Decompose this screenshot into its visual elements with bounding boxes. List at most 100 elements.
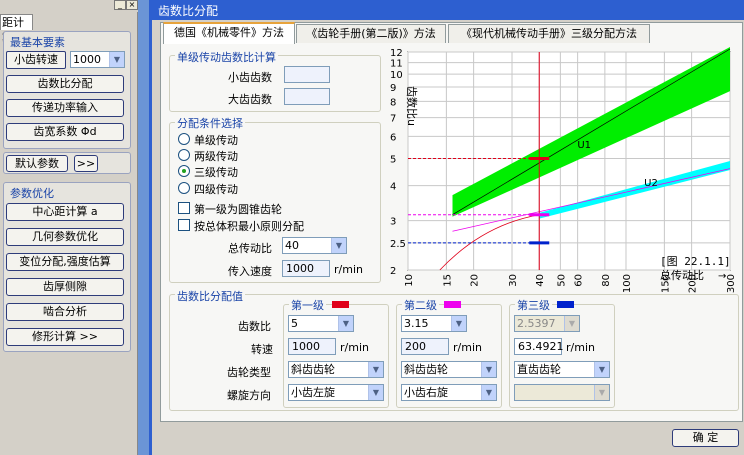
stage1-speed-input[interactable]: 1000 <box>288 338 336 355</box>
y-tick-label: 2 <box>390 266 396 277</box>
stage2-title: 第二级 <box>402 297 439 313</box>
series-label: U1 <box>577 140 591 151</box>
stage1-helix-value: 小齿左旋 <box>291 386 335 399</box>
center-distance-button[interactable]: 中心距计算 a <box>6 203 124 221</box>
radio-two-label: 两级传动 <box>194 150 238 163</box>
stage1-ratio-value: 5 <box>291 317 298 330</box>
stage3-helix-select: ▼ <box>514 384 610 401</box>
radio-single[interactable] <box>178 133 190 145</box>
checkbox-min-volume[interactable] <box>178 219 190 231</box>
radio-two[interactable] <box>178 149 190 161</box>
small-gear-speed-button[interactable]: 小齿转速 <box>6 51 66 69</box>
tab-modern-handbook-method[interactable]: 《现代机械传动手册》三级分配方法 <box>448 24 650 43</box>
y-tick-label: 6 <box>390 132 396 143</box>
stage1-speed-unit: r/min <box>340 341 369 354</box>
default-params-button[interactable]: 默认参数 <box>6 155 68 172</box>
y-tick-label: 2.5 <box>390 239 406 250</box>
x-tick-label: 20 <box>470 274 481 287</box>
stage1-gear-select[interactable]: 斜齿齿轮 ▼ <box>288 361 384 378</box>
radio-four-label: 四级传动 <box>194 183 238 196</box>
x-tick-label: 15 <box>442 274 453 287</box>
y-tick-label: 9 <box>390 83 396 94</box>
y-tick-label: 10 <box>390 70 403 81</box>
small-teeth-input[interactable] <box>284 66 330 83</box>
fieldset-conditions-title: 分配条件选择 <box>175 115 245 131</box>
backlash-button[interactable]: 齿厚侧隙 <box>6 278 124 296</box>
stage3-title: 第三级 <box>515 297 552 313</box>
x-tick-label: 40 <box>535 274 546 287</box>
big-teeth-input[interactable] <box>284 88 330 105</box>
y-tick-label: 8 <box>390 97 396 108</box>
shift-distribution-button[interactable]: 变位分配,强度估算 <box>6 253 124 271</box>
checkbox-bevel-label: 第一级为圆锥齿轮 <box>194 203 282 216</box>
stage1-color <box>332 301 349 308</box>
group-basic-title: 最基本要素 <box>10 36 65 49</box>
chart-caption: [图 22.1.1] <box>660 255 731 268</box>
y-tick-label: 3 <box>390 217 396 228</box>
stage2-ratio-select[interactable]: 3.15 ▼ <box>401 315 467 332</box>
expand-button[interactable]: >> <box>74 155 98 172</box>
input-speed-label: 传入速度 <box>228 265 272 278</box>
y-tick-label: 12 <box>390 48 403 59</box>
chart-xlabel-arrow: → <box>718 271 726 282</box>
small-teeth-label: 小齿齿数 <box>228 71 272 84</box>
chevron-down-icon: ▼ <box>564 316 579 331</box>
tab-german-method[interactable]: 德国《机械零件》方法 <box>163 22 295 44</box>
y-tick-label: 7 <box>390 114 396 125</box>
stage3-color <box>557 301 574 308</box>
stage2-helix-value: 小齿右旋 <box>404 386 448 399</box>
x-tick-label: 80 <box>601 274 612 287</box>
total-ratio-label: 总传动比 <box>228 242 272 255</box>
left-title-bar: _ × <box>0 0 138 12</box>
stage1-title: 第一级 <box>289 297 326 313</box>
power-input-button[interactable]: 传递功率输入 <box>6 99 124 117</box>
x-tick-label: 100 <box>622 274 633 293</box>
chart-xlabel: 总传动比 <box>660 268 704 282</box>
total-ratio-select[interactable]: 40 ▼ <box>282 237 347 254</box>
x-tick-label: 30 <box>508 274 519 287</box>
radio-three-label: 三级传动 <box>194 166 238 179</box>
chevron-down-icon: ▼ <box>109 52 124 67</box>
stage1-gear-value: 斜齿齿轮 <box>291 363 335 376</box>
stage2-gear-select[interactable]: 斜齿齿轮 ▼ <box>401 361 497 378</box>
stage3-speed-input[interactable]: 63.4921 <box>514 338 564 355</box>
x-tick-label: 50 <box>556 274 567 287</box>
chart-ylabel: 齿数比u <box>405 86 418 126</box>
modification-button[interactable]: 修形计算 >> <box>6 328 124 346</box>
stage3-speed-unit: r/min <box>566 341 595 354</box>
chevron-down-icon: ▼ <box>451 316 466 331</box>
stage1-helix-select[interactable]: 小齿左旋 ▼ <box>288 384 384 401</box>
big-teeth-label: 大齿齿数 <box>228 93 272 106</box>
row-helix-label: 螺旋方向 <box>227 389 271 402</box>
mesh-analysis-button[interactable]: 啮合分析 <box>6 303 124 321</box>
row-speed-label: 转速 <box>251 343 273 356</box>
speed-select[interactable]: 1000 ▼ <box>70 51 125 68</box>
ok-button[interactable]: 确 定 <box>672 429 739 447</box>
chevron-down-icon: ▼ <box>594 362 609 377</box>
ratio-distribution-button[interactable]: 齿数比分配 <box>6 75 124 93</box>
stage2-speed-input[interactable]: 200 <box>401 338 449 355</box>
radio-four[interactable] <box>178 182 190 194</box>
chevron-down-icon: ▼ <box>338 316 353 331</box>
stage3-gear-select[interactable]: 直齿齿轮 ▼ <box>514 361 610 378</box>
stage2-helix-select[interactable]: 小齿右旋 ▼ <box>401 384 497 401</box>
fieldset-single-title: 单级传动齿数比计算 <box>175 49 278 65</box>
y-tick-label: 11 <box>390 59 403 70</box>
checkbox-bevel[interactable] <box>178 202 190 214</box>
series-label: U2 <box>644 178 658 189</box>
minimize-button[interactable]: _ <box>114 0 126 10</box>
geometry-optimize-button[interactable]: 几何参数优化 <box>6 228 124 246</box>
stage1-ratio-select[interactable]: 5 ▼ <box>288 315 354 332</box>
radio-three[interactable] <box>178 165 190 177</box>
face-width-button[interactable]: 齿宽系数 Φd <box>6 123 124 141</box>
row-ratio-label: 齿数比 <box>238 320 271 333</box>
total-ratio-value: 40 <box>285 239 299 252</box>
input-speed-input[interactable]: 1000 <box>282 260 330 277</box>
chevron-down-icon: ▼ <box>331 238 346 253</box>
stage2-gear-value: 斜齿齿轮 <box>404 363 448 376</box>
tab-gear-handbook-method[interactable]: 《齿轮手册(第二版)》方法 <box>296 24 446 43</box>
window-title-bar <box>149 0 744 20</box>
close-button[interactable]: × <box>126 0 138 10</box>
left-tab[interactable]: 距计算 <box>0 14 33 44</box>
input-speed-unit: r/min <box>334 263 363 276</box>
